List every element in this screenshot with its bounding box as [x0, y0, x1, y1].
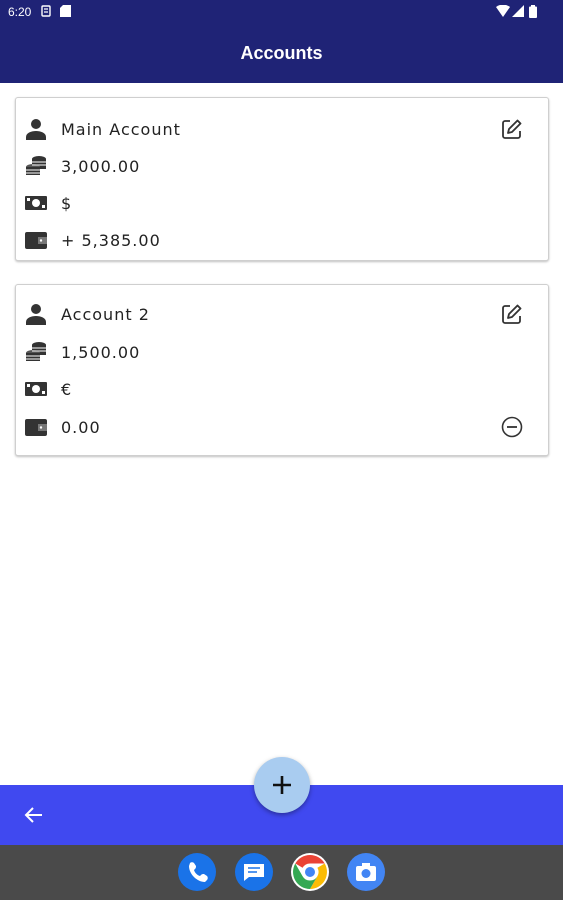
system-dock [0, 845, 563, 900]
plus-icon [273, 776, 291, 794]
account-currency-row: $ [16, 188, 548, 218]
person-icon [24, 117, 48, 141]
signal-icon [512, 5, 524, 20]
coins-icon [24, 340, 48, 364]
coins-icon [24, 154, 48, 178]
account-currency: $ [61, 194, 73, 213]
account-card[interactable]: Account 2 1,500.00 € 0.00 [15, 284, 549, 456]
wifi-icon [496, 4, 510, 20]
account-name-row: Account 2 [16, 299, 548, 329]
status-time: 6:20 [8, 5, 32, 19]
banknote-icon [24, 377, 48, 401]
account-name-row: Main Account [16, 114, 548, 144]
account-balance: 3,000.00 [61, 157, 141, 176]
status-bar: 6:20 [0, 0, 563, 26]
account-currency-row: € [16, 374, 548, 404]
messages-icon[interactable] [235, 853, 273, 891]
app-bar: Accounts [0, 26, 563, 83]
edit-icon[interactable] [500, 117, 524, 141]
battery-icon [529, 5, 537, 21]
back-arrow-icon[interactable] [22, 803, 46, 827]
account-balance: 1,500.00 [61, 343, 141, 362]
sync-icon [40, 5, 52, 20]
wallet-icon [24, 415, 48, 439]
account-currency: € [61, 380, 73, 399]
account-name: Account 2 [61, 305, 150, 324]
account-card[interactable]: Main Account 3,000.00 $ + 5,385.00 [15, 97, 549, 261]
account-balance-row: 3,000.00 [16, 151, 548, 181]
account-total-row: + 5,385.00 [16, 225, 548, 255]
remove-circle-icon[interactable] [500, 415, 524, 439]
add-account-button[interactable] [254, 757, 310, 813]
page-title: Accounts [240, 43, 323, 63]
account-balance-row: 1,500.00 [16, 337, 548, 367]
phone-icon[interactable] [178, 853, 216, 891]
camera-icon[interactable] [347, 853, 385, 891]
account-total-row: 0.00 [16, 412, 548, 442]
chrome-icon[interactable] [291, 853, 329, 891]
account-total: 0.00 [61, 418, 101, 437]
banknote-icon [24, 191, 48, 215]
edit-icon[interactable] [500, 302, 524, 326]
account-name: Main Account [61, 120, 181, 139]
account-total: + 5,385.00 [61, 231, 161, 250]
person-icon [24, 302, 48, 326]
sd-card-icon [60, 5, 71, 20]
wallet-icon [24, 228, 48, 252]
